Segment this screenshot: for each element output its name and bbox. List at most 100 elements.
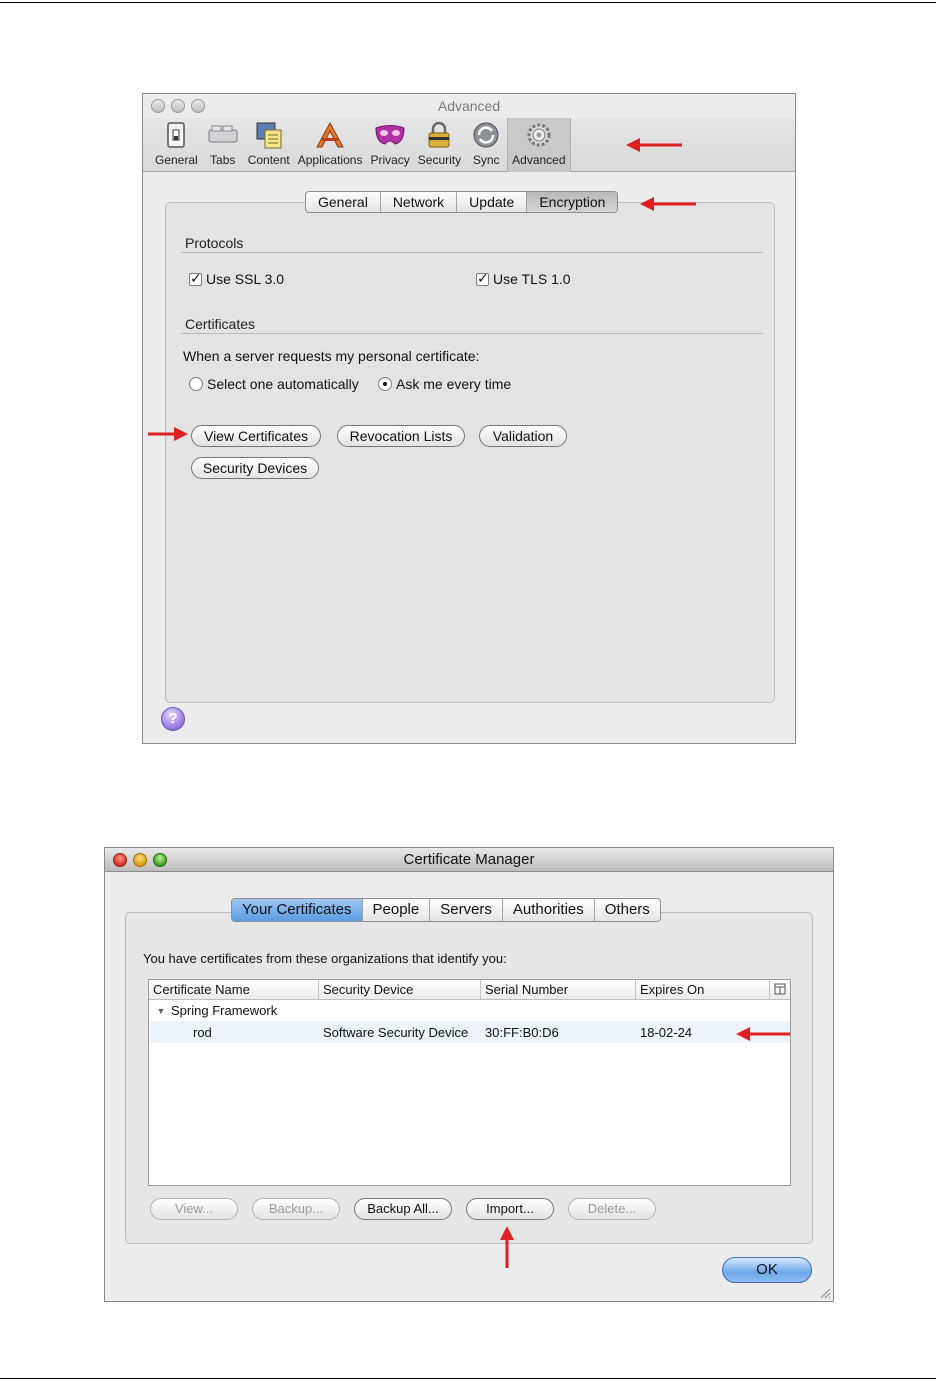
certificates-divider (181, 333, 763, 334)
view-certificates-button[interactable]: View Certificates (191, 425, 321, 447)
sync-icon (473, 122, 499, 148)
toolbar-label: Tabs (210, 153, 236, 167)
annotation-arrow-encryption (640, 197, 696, 211)
lock-icon (428, 121, 450, 148)
toolbar-security[interactable]: Security (414, 118, 465, 172)
toolbar-label: Security (417, 153, 462, 167)
revocation-lists-button[interactable]: Revocation Lists (337, 425, 465, 447)
certificates-heading: Certificates (185, 316, 256, 332)
tab-update[interactable]: Update (457, 192, 528, 212)
annotation-arrow-certificate-row (736, 1027, 790, 1041)
prefs-window-title: Advanced (437, 98, 501, 114)
advanced-preferences-window: Advanced General Tabs Content Applicatio… (142, 93, 796, 744)
disclosure-triangle-icon[interactable]: ▼ (151, 1006, 171, 1016)
tab-your-certificates[interactable]: Your Certificates (232, 899, 363, 921)
content-icon (256, 122, 282, 149)
switch-icon (167, 122, 186, 148)
prefs-toolbar: General Tabs Content Applications Privac… (143, 118, 795, 172)
annotation-arrow-view-certificates (148, 427, 188, 441)
column-security-device[interactable]: Security Device (319, 980, 481, 999)
checkbox-box (476, 270, 489, 287)
resize-grip-icon[interactable] (819, 1287, 831, 1299)
certmgr-window-title: Certificate Manager (403, 851, 535, 868)
prefs-titlebar: Advanced (143, 94, 795, 118)
certificate-request-prompt: When a server requests my personal certi… (183, 348, 480, 364)
cell-certificate-name: rod (193, 1024, 212, 1040)
help-button[interactable]: ? (161, 707, 185, 731)
security-devices-button[interactable]: Security Devices (191, 457, 319, 479)
certmgr-tab-bar: Your Certificates People Servers Authori… (231, 898, 661, 922)
column-serial-number[interactable]: Serial Number (481, 980, 636, 999)
ok-button[interactable]: OK (722, 1257, 812, 1283)
minimize-button[interactable] (133, 852, 147, 867)
applications-icon (316, 121, 344, 148)
toolbar-label: Content (247, 153, 290, 167)
cell-serial-number: 30:FF:B0:D6 (485, 1024, 559, 1040)
delete-button[interactable]: Delete... (568, 1198, 656, 1220)
toolbar-label: Applications (297, 153, 363, 167)
certificate-manager-window: Certificate Manager Your Certificates Pe… (104, 847, 834, 1302)
tab-general[interactable]: General (306, 192, 381, 212)
tab-servers[interactable]: Servers (430, 899, 503, 921)
toolbar-privacy[interactable]: Privacy (366, 118, 413, 172)
gear-icon (527, 123, 551, 147)
toolbar-label: Privacy (370, 153, 410, 167)
toolbar-advanced[interactable]: Advanced (507, 118, 571, 172)
tree-group-row[interactable]: ▼ Spring Framework (149, 1000, 790, 1021)
toolbar-label: Advanced (512, 153, 566, 167)
table-row[interactable]: rod Software Security Device 30:FF:B0:D6… (149, 1021, 790, 1043)
page-top-rule (0, 2, 936, 3)
toolbar-content[interactable]: Content (244, 118, 294, 172)
toolbar-general[interactable]: General (151, 118, 202, 172)
mask-icon (375, 125, 405, 145)
close-button[interactable] (113, 852, 127, 867)
radio-label: Ask me every time (396, 376, 512, 392)
radio-circle (378, 377, 392, 391)
tab-encryption[interactable]: Encryption (527, 192, 618, 212)
protocols-divider (181, 252, 763, 253)
tab-network[interactable]: Network (381, 192, 458, 212)
tab-others[interactable]: Others (595, 899, 660, 921)
window-controls (113, 852, 167, 867)
toolbar-applications[interactable]: Applications (294, 118, 367, 172)
toolbar-label: General (155, 153, 198, 167)
checkbox-label: Use TLS 1.0 (493, 271, 571, 287)
minimize-button[interactable] (171, 99, 185, 113)
tab-people[interactable]: People (363, 899, 431, 921)
radio-label: Select one automatically (207, 376, 359, 392)
toolbar-label: Sync (472, 153, 500, 167)
zoom-button[interactable] (191, 99, 205, 113)
backup-all-button[interactable]: Backup All... (354, 1198, 452, 1220)
import-button[interactable]: Import... (466, 1198, 554, 1220)
validation-button[interactable]: Validation (479, 425, 567, 447)
column-expires-on[interactable]: Expires On (636, 980, 770, 999)
toolbar-tabs[interactable]: Tabs (202, 118, 244, 172)
view-button[interactable]: View... (150, 1198, 238, 1220)
checkbox-box (189, 270, 202, 287)
certificates-description: You have certificates from these organiz… (143, 951, 507, 966)
annotation-arrow-import (500, 1226, 514, 1268)
cell-security-device: Software Security Device (323, 1024, 469, 1040)
radio-circle (189, 377, 203, 391)
use-ssl-checkbox[interactable]: Use SSL 3.0 (189, 270, 285, 287)
radio-ask-every-time[interactable]: Ask me every time (378, 376, 511, 392)
toolbar-sync[interactable]: Sync (465, 118, 507, 172)
backup-button[interactable]: Backup... (252, 1198, 340, 1220)
tab-authorities[interactable]: Authorities (503, 899, 595, 921)
tabs-icon (208, 125, 238, 143)
use-tls-checkbox[interactable]: Use TLS 1.0 (476, 270, 571, 287)
radio-select-automatically[interactable]: Select one automatically (189, 376, 359, 392)
window-controls (151, 99, 205, 113)
checkbox-label: Use SSL 3.0 (206, 271, 285, 287)
table-header: Certificate Name Security Device Serial … (149, 980, 790, 1000)
close-button[interactable] (151, 99, 165, 113)
page-bottom-rule (0, 1378, 936, 1379)
column-picker-icon[interactable] (770, 980, 790, 999)
certmgr-titlebar: Certificate Manager (105, 848, 833, 872)
column-certificate-name[interactable]: Certificate Name (149, 980, 319, 999)
annotation-arrow-advanced (626, 138, 682, 152)
group-label: Spring Framework (171, 1003, 278, 1018)
prefs-tab-bar: General Network Update Encryption (305, 191, 619, 213)
certificates-table: Certificate Name Security Device Serial … (148, 979, 791, 1186)
zoom-button[interactable] (153, 852, 167, 867)
